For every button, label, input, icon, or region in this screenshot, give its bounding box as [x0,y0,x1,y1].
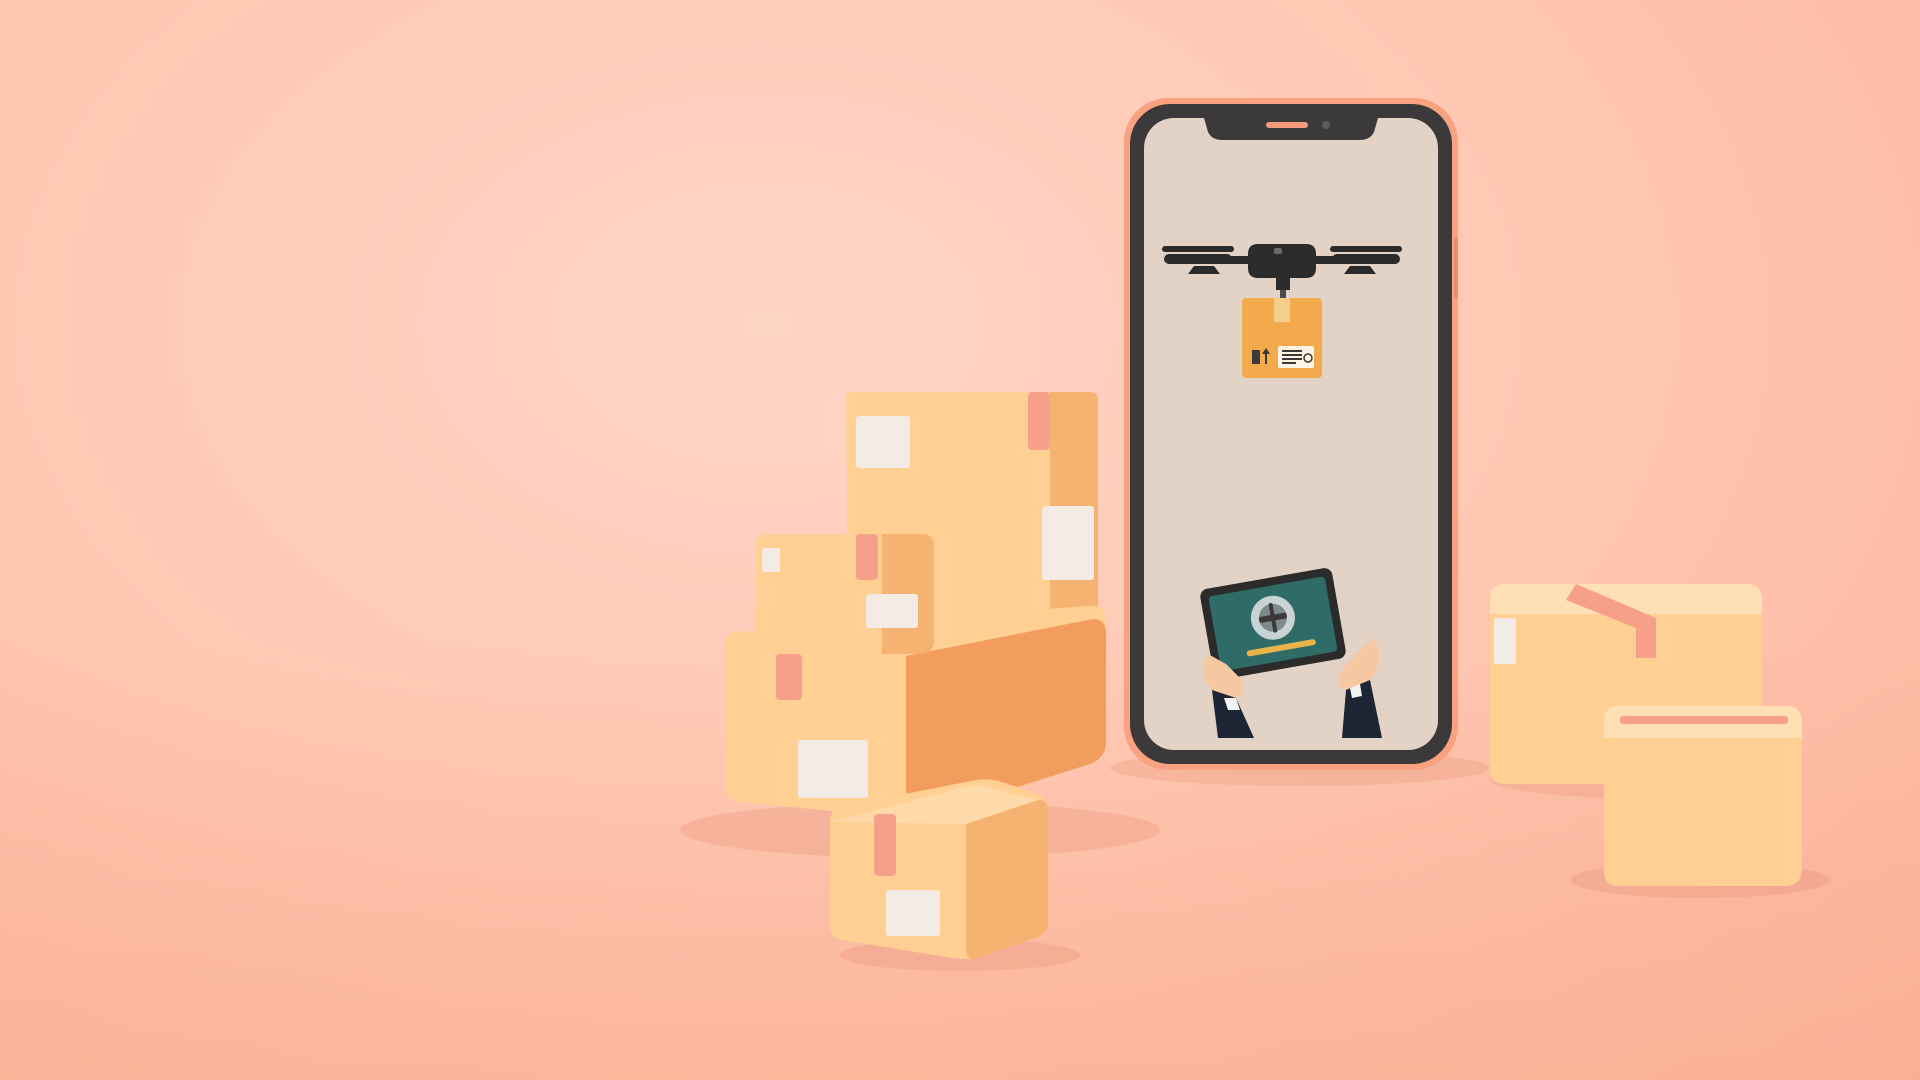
box-right-front [1604,706,1802,886]
smartphone [1124,98,1458,770]
delivery-scene [0,0,1920,1080]
parcel-icon [1242,298,1322,378]
box-front [830,779,1048,959]
box-small-top [756,534,934,654]
